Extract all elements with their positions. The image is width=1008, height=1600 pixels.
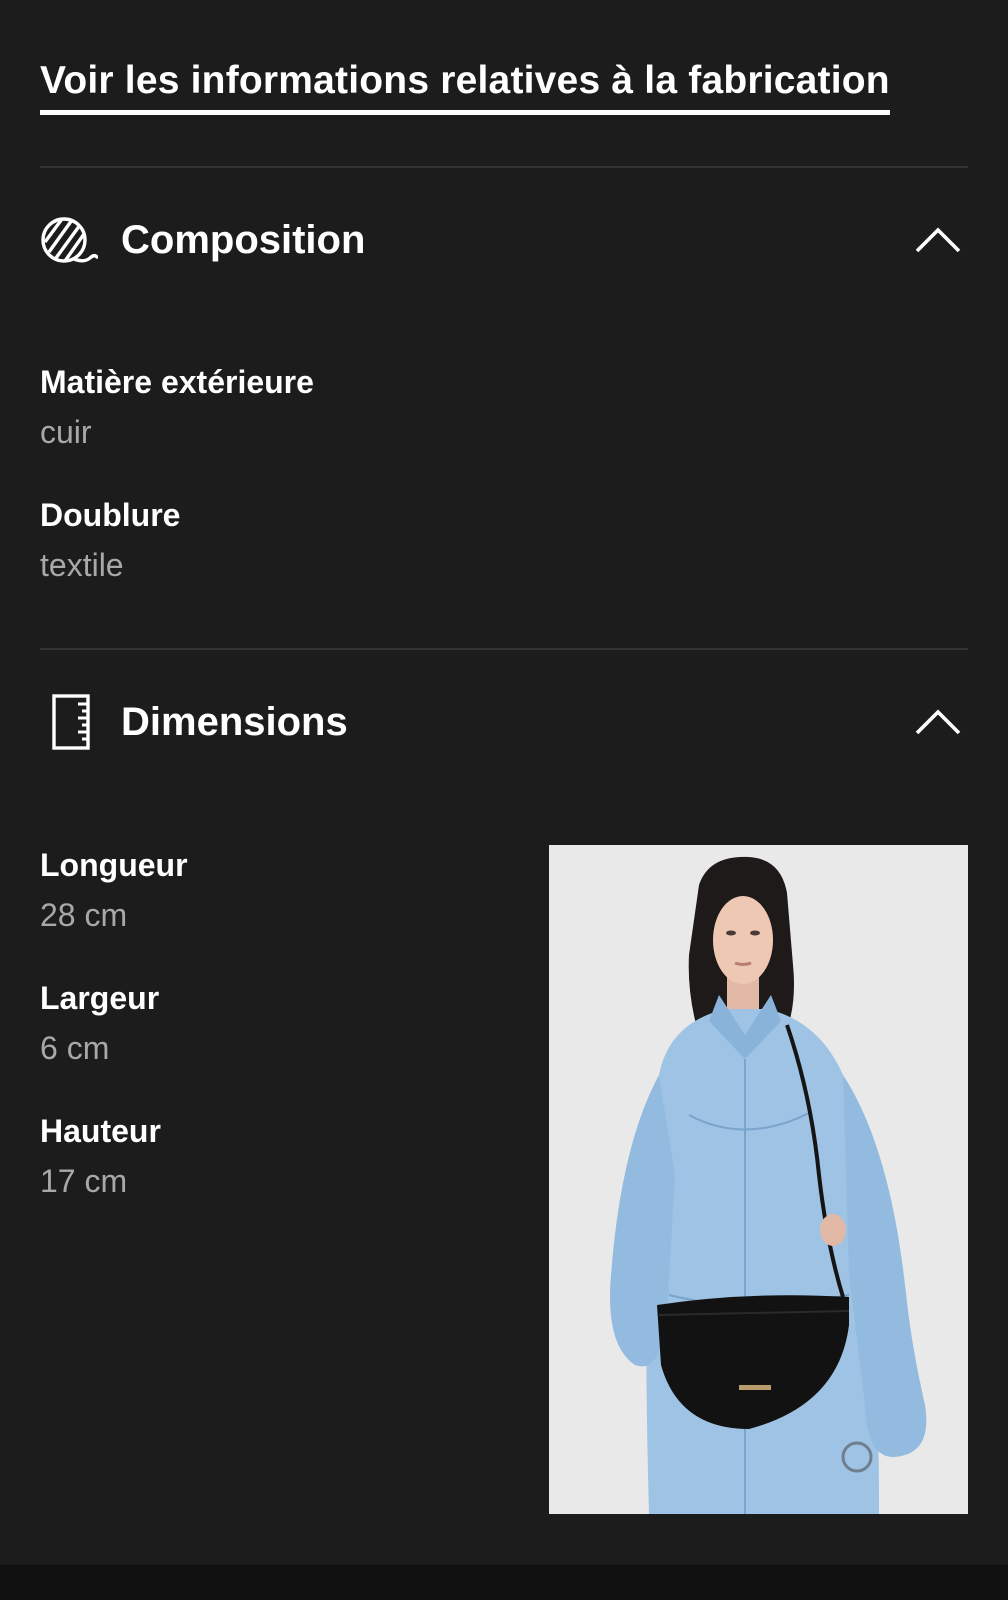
dimension-item-label: Hauteur	[40, 1113, 161, 1149]
dimension-item-value: 17 cm	[40, 1163, 128, 1199]
composition-section-header[interactable]: Composition	[40, 205, 968, 275]
dimension-item: Largeur 6 cm	[40, 978, 159, 1068]
chevron-up-icon[interactable]	[914, 216, 962, 264]
dimension-item: Longueur 28 cm	[40, 845, 188, 935]
divider	[40, 166, 968, 168]
composition-item-value: cuir	[40, 414, 92, 450]
composition-item-label: Matière extérieure	[40, 364, 314, 400]
dimension-item-label: Largeur	[40, 980, 160, 1016]
composition-title: Composition	[121, 217, 366, 262]
dimensions-title: Dimensions	[121, 699, 348, 744]
composition-item: Matière extérieure cuir	[40, 362, 314, 452]
bottom-bar	[0, 1565, 1008, 1600]
dimension-item-value: 6 cm	[40, 1030, 110, 1066]
dimension-item-value: 28 cm	[40, 897, 128, 933]
fabrication-info-link[interactable]: Voir les informations relatives à la fab…	[40, 58, 890, 115]
ruler-icon	[40, 692, 100, 752]
dimension-item-label: Longueur	[40, 847, 188, 883]
yarn-ball-icon	[40, 210, 100, 270]
divider	[40, 648, 968, 650]
clipped-previous-text	[40, 0, 76, 23]
dimensions-section-header[interactable]: Dimensions	[40, 687, 968, 757]
product-photo[interactable]	[549, 845, 968, 1514]
composition-item-label: Doublure	[40, 497, 181, 533]
chevron-up-icon[interactable]	[914, 698, 962, 746]
composition-item-value: textile	[40, 547, 124, 583]
composition-item: Doublure textile	[40, 495, 180, 585]
dimension-item: Hauteur 17 cm	[40, 1111, 161, 1201]
